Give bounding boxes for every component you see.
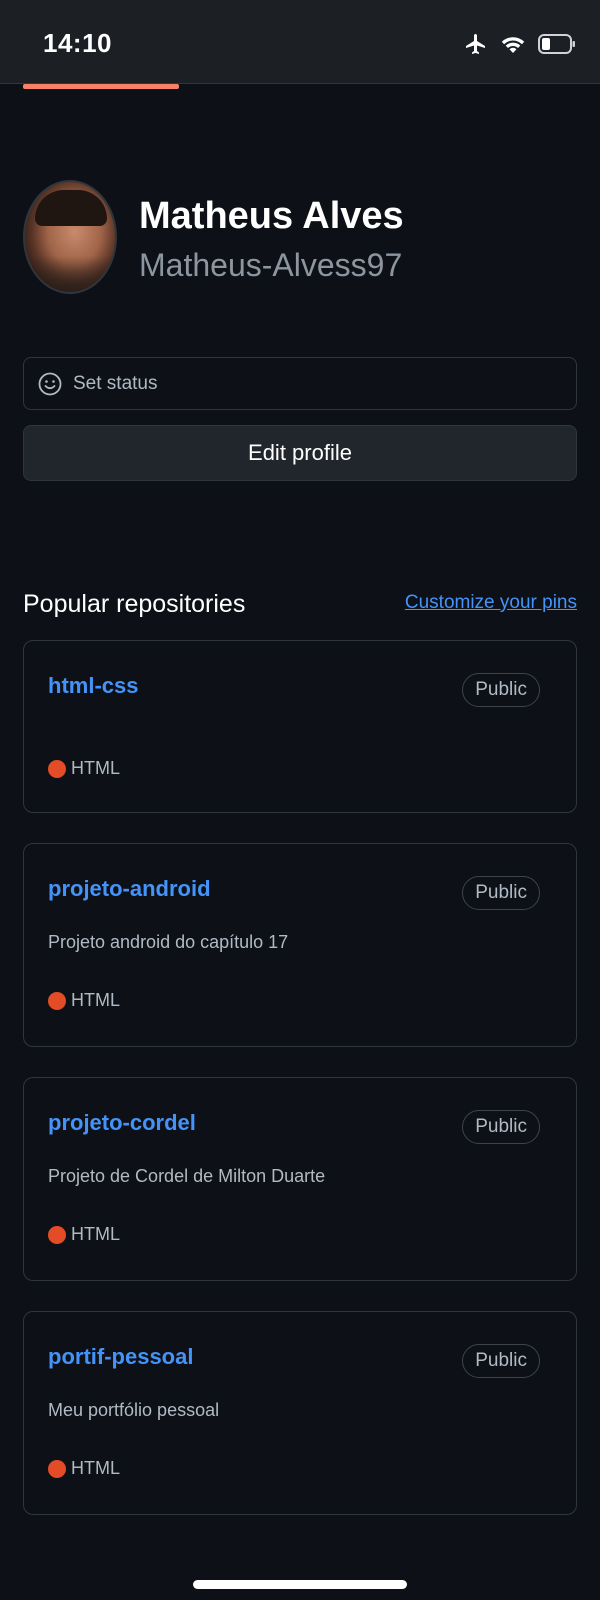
- popular-repositories-heading: Popular repositories: [23, 590, 246, 618]
- wifi-icon: [501, 37, 525, 53]
- smiley-icon: [38, 372, 62, 395]
- repo-name-link[interactable]: html-css: [48, 673, 138, 699]
- home-indicator[interactable]: [193, 1580, 407, 1589]
- repo-card[interactable]: projeto-cordel Public Projeto de Cordel …: [23, 1077, 577, 1281]
- status-icons: [464, 30, 576, 58]
- language-color-dot: [48, 1459, 66, 1478]
- profile-name: Matheus Alves: [139, 195, 404, 237]
- repo-description: Meu portfólio pessoal: [48, 1400, 220, 1420]
- customize-pins-link[interactable]: Customize your pins: [405, 592, 577, 614]
- status-bar: 14:10: [0, 0, 600, 84]
- language-label: HTML: [71, 1458, 120, 1478]
- profile-login: Matheus-Alvess97: [139, 247, 403, 283]
- repo-card[interactable]: portif-pessoal Public Meu portfólio pess…: [23, 1311, 577, 1515]
- visibility-badge: Public: [462, 876, 540, 910]
- repo-description: Projeto android do capítulo 17: [48, 932, 289, 952]
- repo-language: HTML: [48, 1224, 120, 1245]
- language-label: HTML: [71, 758, 120, 778]
- language-color-dot: [48, 1225, 66, 1244]
- language-label: HTML: [71, 990, 120, 1010]
- battery-icon: [538, 34, 575, 54]
- visibility-badge: Public: [462, 1344, 540, 1378]
- set-status-label: Set status: [73, 372, 158, 394]
- repo-language: HTML: [48, 990, 120, 1011]
- repo-language: HTML: [48, 758, 120, 779]
- visibility-badge: Public: [462, 1110, 540, 1144]
- visibility-badge: Public: [462, 673, 540, 707]
- repo-card[interactable]: projeto-android Public Projeto android d…: [23, 843, 577, 1047]
- repo-language: HTML: [48, 1458, 120, 1479]
- language-color-dot: [48, 991, 66, 1010]
- repo-name-link[interactable]: projeto-android: [48, 876, 211, 902]
- avatar[interactable]: [23, 180, 117, 294]
- edit-profile-button[interactable]: Edit profile: [23, 425, 577, 481]
- repo-name-link[interactable]: portif-pessoal: [48, 1344, 193, 1370]
- airplane-icon: [466, 34, 485, 54]
- status-time: 14:10: [43, 28, 112, 58]
- language-label: HTML: [71, 1224, 120, 1244]
- set-status-button[interactable]: Set status: [23, 357, 577, 410]
- active-tab-indicator: [23, 84, 179, 89]
- repo-description: Projeto de Cordel de Milton Duarte: [48, 1166, 326, 1186]
- repo-name-link[interactable]: projeto-cordel: [48, 1110, 196, 1136]
- repo-card[interactable]: html-css Public HTML: [23, 640, 577, 813]
- language-color-dot: [48, 759, 66, 778]
